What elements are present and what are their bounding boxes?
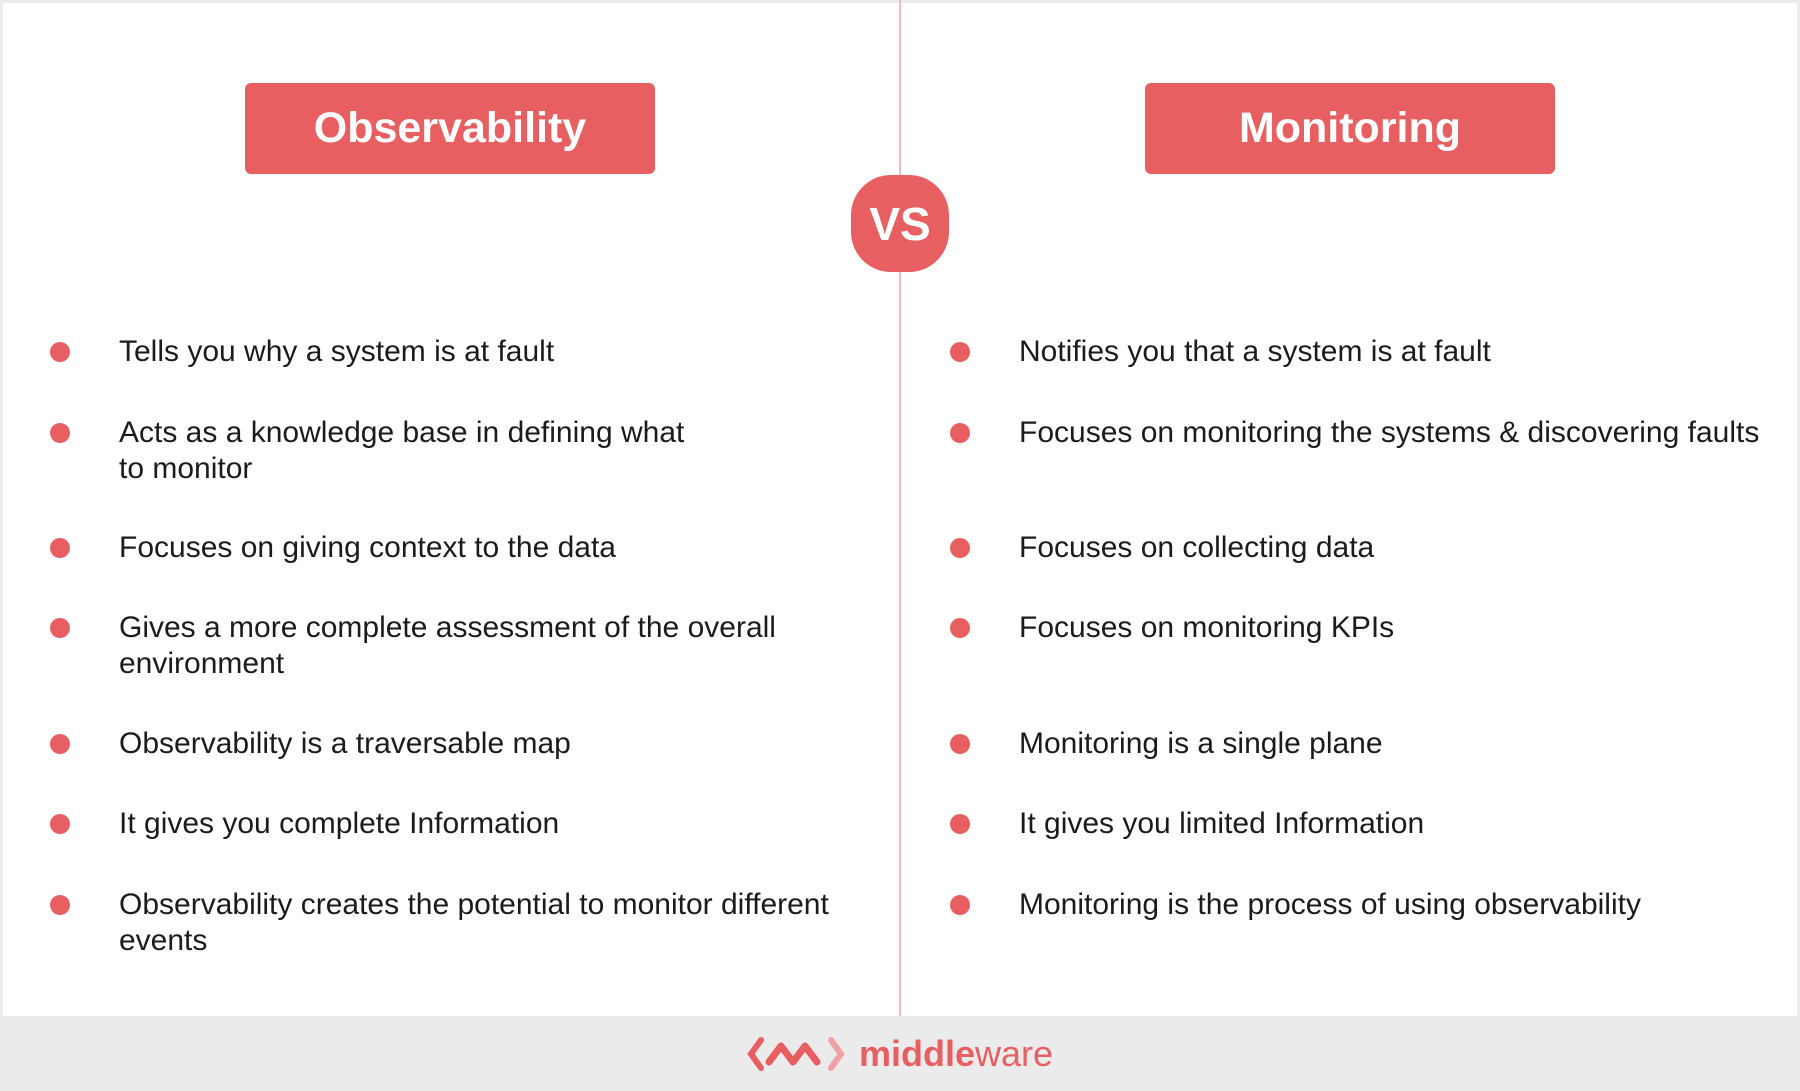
bullet-icon [950, 814, 970, 834]
bullet-icon [50, 423, 70, 443]
bullet-icon [50, 618, 70, 638]
observability-point: Observability creates the potential to m… [119, 888, 829, 957]
monitoring-header: Monitoring [1145, 83, 1555, 174]
middleware-logo: middleware [747, 1032, 1053, 1076]
bullet-icon [950, 618, 970, 638]
bullet-icon [950, 342, 970, 362]
footer: middleware [0, 1016, 1800, 1091]
vs-badge: VS [851, 175, 949, 272]
center-divider [899, 0, 901, 1016]
bullet-icon [50, 538, 70, 558]
observability-point: Gives a more complete assessment of the … [119, 611, 776, 680]
bullet-icon [950, 895, 970, 915]
observability-point: Acts as a knowledge base in defining wha… [119, 416, 685, 485]
bullet-icon [50, 814, 70, 834]
monitoring-point: Monitoring is a single plane [1019, 727, 1383, 760]
monitoring-point: It gives you limited Information [1019, 807, 1425, 840]
bullet-icon [50, 895, 70, 915]
middleware-logo-icon [747, 1036, 845, 1071]
observability-point: It gives you complete Information [119, 807, 560, 840]
bullet-icon [50, 342, 70, 362]
bullet-icon [950, 734, 970, 754]
monitoring-point: Focuses on monitoring the systems & disc… [1019, 416, 1760, 449]
monitoring-point: Focuses on collecting data [1019, 531, 1375, 564]
bullet-icon [50, 734, 70, 754]
observability-point: Observability is a traversable map [119, 727, 571, 760]
bullet-icon [950, 538, 970, 558]
monitoring-point: Notifies you that a system is at fault [1019, 335, 1491, 368]
observability-header: Observability [245, 83, 655, 174]
logo-wordmark: middleware [858, 1032, 1054, 1074]
monitoring-point: Focuses on monitoring KPIs [1019, 611, 1395, 644]
bullet-icon [950, 423, 970, 443]
observability-point: Focuses on giving context to the data [119, 531, 616, 564]
observability-point: Tells you why a system is at fault [119, 335, 555, 368]
monitoring-point: Monitoring is the process of using obser… [1019, 888, 1641, 921]
